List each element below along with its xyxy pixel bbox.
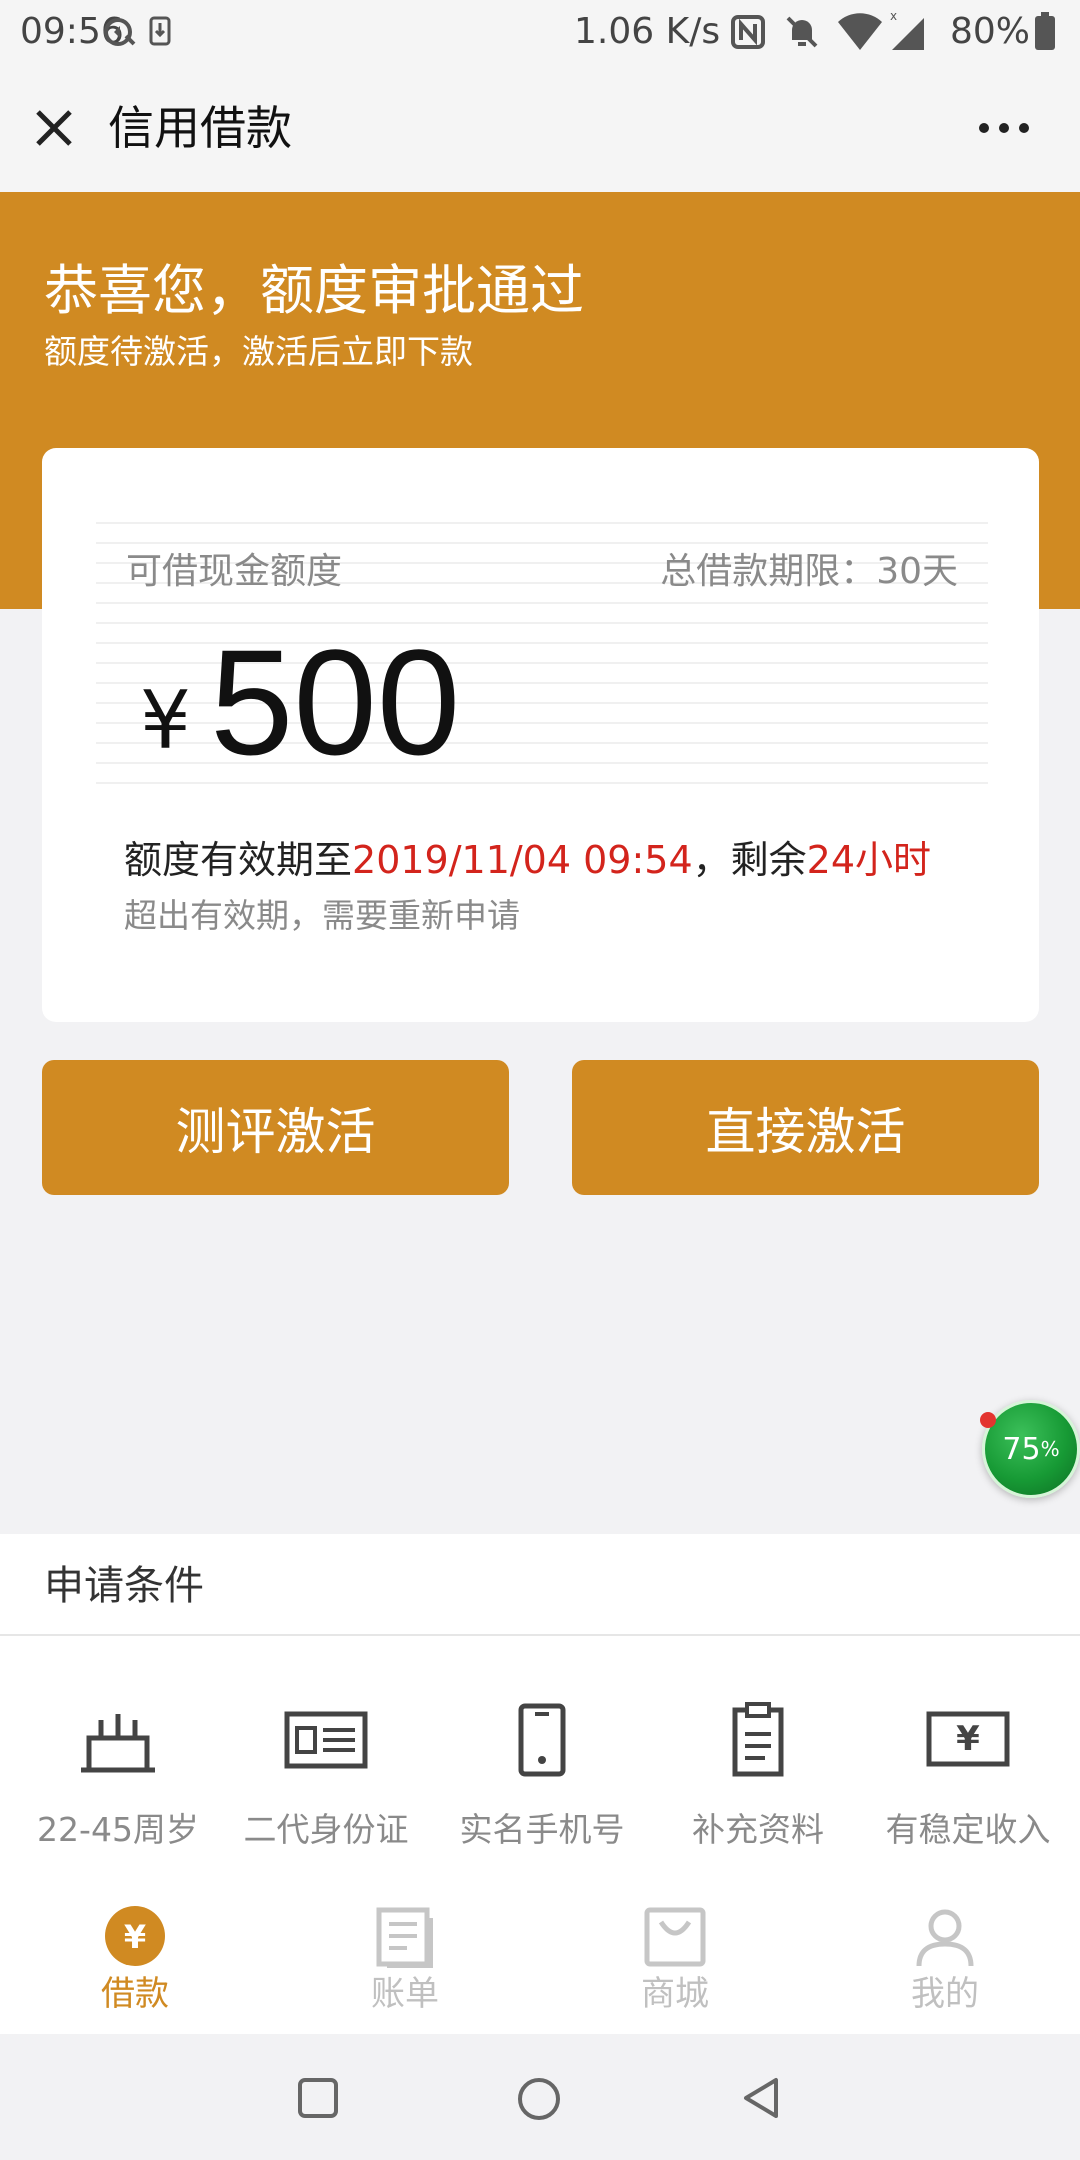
signal-icon: x <box>890 9 928 52</box>
condition-label: 补充资料 <box>692 1810 824 1849</box>
page-title: 信用借款 <box>108 101 292 155</box>
condition-item-id: 二代身份证 <box>218 1700 434 1860</box>
close-icon[interactable] <box>32 106 76 150</box>
banner-title: 恭喜您，额度审批通过 <box>44 259 584 322</box>
conditions-title: 申请条件 <box>44 1563 204 1609</box>
badge-unit: % <box>1040 1437 1060 1461</box>
condition-label: 实名手机号 <box>459 1810 625 1849</box>
condition-item-age: 22-45周岁 <box>10 1700 226 1860</box>
user-icon <box>913 1904 977 1968</box>
tab-bill[interactable]: 账单 <box>270 1904 540 2024</box>
tab-label: 账单 <box>371 1974 439 2014</box>
divider <box>0 1634 1080 1636</box>
svg-text:x: x <box>890 10 897 23</box>
nfc-icon <box>730 14 766 50</box>
home-icon[interactable] <box>516 2076 562 2122</box>
recent-apps-icon[interactable] <box>296 2076 340 2120</box>
currency-symbol: ¥ <box>140 674 191 767</box>
phone-icon <box>497 1700 587 1780</box>
back-icon[interactable] <box>740 2076 784 2120</box>
condition-item-phone: 实名手机号 <box>434 1700 650 1860</box>
id-card-icon <box>281 1700 371 1780</box>
tab-loan[interactable]: ¥ 借款 <box>0 1904 270 2024</box>
direct-activate-button[interactable]: 直接激活 <box>572 1060 1039 1195</box>
validity-line: 额度有效期至2019/11/04 09:54，剩余24小时 <box>124 834 931 886</box>
badge-value: 75 <box>1002 1431 1041 1467</box>
vpn-icon <box>100 12 140 52</box>
notification-dot <box>980 1412 996 1428</box>
income-card-icon: ¥ <box>923 1700 1013 1780</box>
more-icon[interactable] <box>976 116 1032 140</box>
credit-amount: 500 <box>210 618 461 786</box>
bill-icon <box>373 1904 437 1968</box>
battery-percent: 80% <box>950 11 1031 52</box>
floating-progress-badge[interactable]: 75% <box>982 1400 1080 1498</box>
validity-prefix: 额度有效期至 <box>124 838 353 882</box>
battery-icon <box>1034 12 1056 52</box>
net-speed: 1.06 K/s <box>574 11 721 52</box>
credit-amount-label: 可借现金额度 <box>126 551 343 592</box>
tab-label: 我的 <box>911 1974 979 2014</box>
tab-mine[interactable]: 我的 <box>810 1904 1080 2024</box>
tab-label: 借款 <box>101 1974 169 2014</box>
validity-note: 超出有效期，需要重新申请 <box>124 896 520 935</box>
cake-icon <box>73 1700 163 1780</box>
validity-date: 2019/11/04 09:54 <box>352 838 693 882</box>
tab-label: 商城 <box>641 1974 709 2014</box>
evaluate-activate-button[interactable]: 测评激活 <box>42 1060 509 1195</box>
shop-bag-icon <box>643 1904 707 1968</box>
svg-text:¥: ¥ <box>124 1918 146 1956</box>
yuan-icon: ¥ <box>103 1904 167 1968</box>
condition-label: 22-45周岁 <box>37 1810 199 1849</box>
download-icon <box>148 12 172 52</box>
loan-term-label: 总借款期限：30天 <box>660 551 958 592</box>
condition-label: 二代身份证 <box>243 1810 409 1849</box>
condition-item-income: ¥ 有稳定收入 <box>860 1700 1076 1860</box>
validity-remaining: 24小时 <box>806 838 931 882</box>
wifi-icon <box>836 12 884 52</box>
clipboard-icon <box>713 1700 803 1780</box>
banner-subtitle: 额度待激活，激活后立即下款 <box>44 332 473 371</box>
tab-shop[interactable]: 商城 <box>540 1904 810 2024</box>
mute-icon <box>782 12 822 52</box>
svg-text:¥: ¥ <box>956 1719 980 1759</box>
validity-mid: ，剩余 <box>692 838 807 882</box>
condition-item-materials: 补充资料 <box>650 1700 866 1860</box>
condition-label: 有稳定收入 <box>885 1810 1051 1849</box>
